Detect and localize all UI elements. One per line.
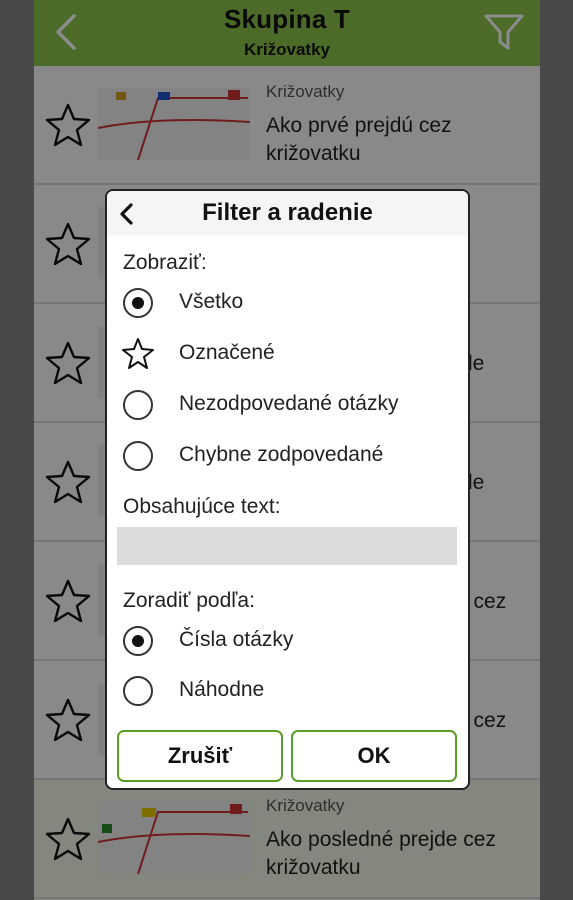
option-label: Náhodne: [179, 678, 265, 701]
radio-icon[interactable]: [121, 388, 155, 422]
option-all[interactable]: Všetko: [121, 283, 451, 323]
contains-text-input[interactable]: [117, 527, 457, 565]
show-label: Zobraziť:: [123, 251, 207, 274]
sort-random[interactable]: Náhodne: [121, 671, 451, 711]
option-unanswered[interactable]: Nezodpovedané otázky: [121, 385, 451, 425]
option-label: Nezodpovedané otázky: [179, 392, 399, 415]
cancel-button[interactable]: Zrušiť: [117, 730, 283, 782]
ok-button[interactable]: OK: [291, 730, 457, 782]
radio-icon[interactable]: [121, 624, 155, 658]
option-label: Všetko: [179, 290, 244, 313]
dialog-title: Filter a radenie: [202, 199, 373, 226]
option-label: Označené: [179, 341, 275, 364]
option-label: Chybne zodpovedané: [179, 443, 384, 466]
sort-by-number[interactable]: Čísla otázky: [121, 621, 451, 661]
radio-icon[interactable]: [121, 439, 155, 473]
option-label: Čísla otázky: [179, 628, 294, 651]
radio-icon[interactable]: [121, 674, 155, 708]
radio-icon[interactable]: [121, 286, 155, 320]
option-wrong[interactable]: Chybne zodpovedané: [121, 436, 451, 476]
contains-text-label: Obsahujúce text:: [123, 495, 281, 518]
filter-dialog: Filter a radenie Zobraziť: Všetko Označe…: [107, 191, 468, 788]
sort-label: Zoradiť podľa:: [123, 589, 255, 612]
option-starred[interactable]: Označené: [121, 334, 451, 374]
dialog-header: Filter a radenie: [107, 191, 468, 235]
star-icon[interactable]: [121, 337, 155, 371]
